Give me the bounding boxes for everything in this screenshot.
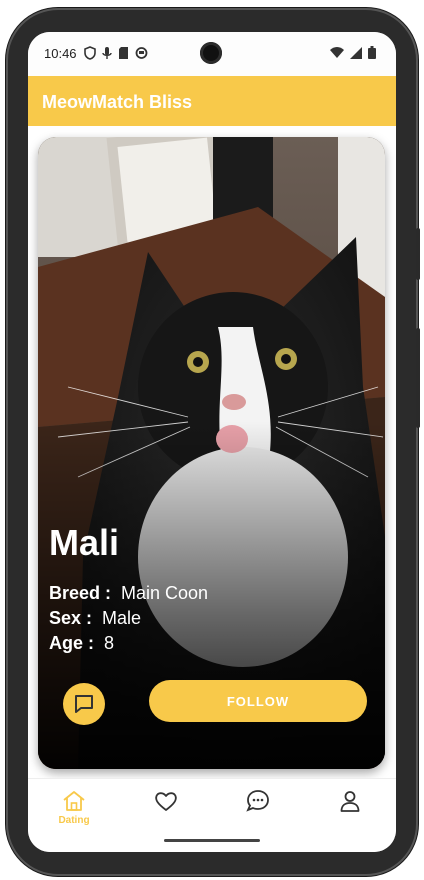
signal-icon	[350, 46, 362, 59]
app-bar: MeowMatch Bliss	[28, 76, 396, 126]
profile-card[interactable]: Mali Breed : Main Coon Sex : Male Age : 8 F…	[38, 137, 385, 769]
sd-card-icon	[119, 47, 128, 59]
nav-item-messages[interactable]	[228, 789, 288, 833]
info-row-breed: Breed : Main Coon	[49, 583, 208, 604]
age-value: 8	[104, 633, 115, 653]
home-icon	[63, 791, 85, 811]
breed-key: Breed :	[49, 583, 112, 603]
screen: 10:46 MeowMatch Bliss Mali Breed: Main …	[28, 32, 396, 852]
sex-key: Sex :	[49, 608, 93, 628]
power-button	[416, 328, 420, 428]
cat-name: Mali	[49, 522, 120, 563]
app-title: MeowMatch Bliss	[42, 92, 193, 112]
chat-button[interactable]	[63, 683, 105, 725]
cat-photo	[38, 137, 385, 769]
info-row-sex: Sex : Male	[49, 608, 141, 629]
battery-icon	[368, 46, 376, 59]
mic-icon	[102, 47, 112, 59]
heart-icon	[155, 792, 177, 811]
status-time: 10:46	[44, 46, 77, 61]
info-row-age: Age : 8	[49, 633, 114, 654]
chat-bubble-icon	[75, 695, 93, 713]
home-indicator[interactable]	[164, 839, 260, 842]
nav-item-favorites[interactable]	[136, 789, 196, 833]
shield-icon	[84, 46, 96, 60]
circle-icon	[135, 47, 148, 59]
nav-item-profile[interactable]	[320, 789, 380, 833]
sex-value: Male	[102, 608, 142, 628]
chat-icon	[246, 790, 269, 812]
breed-value: Main Coon	[121, 583, 209, 603]
age-key: Age :	[49, 633, 94, 653]
profile-icon	[340, 791, 360, 812]
camera-cutout	[200, 42, 222, 64]
volume-button	[416, 228, 420, 280]
nav-label-dating: Dating	[58, 815, 90, 826]
status-bar: 10:46	[28, 32, 396, 76]
nav-item-dating[interactable]: Dating	[44, 789, 104, 833]
follow-button[interactable]: FOLLOW	[149, 680, 367, 722]
wifi-icon	[330, 46, 344, 58]
